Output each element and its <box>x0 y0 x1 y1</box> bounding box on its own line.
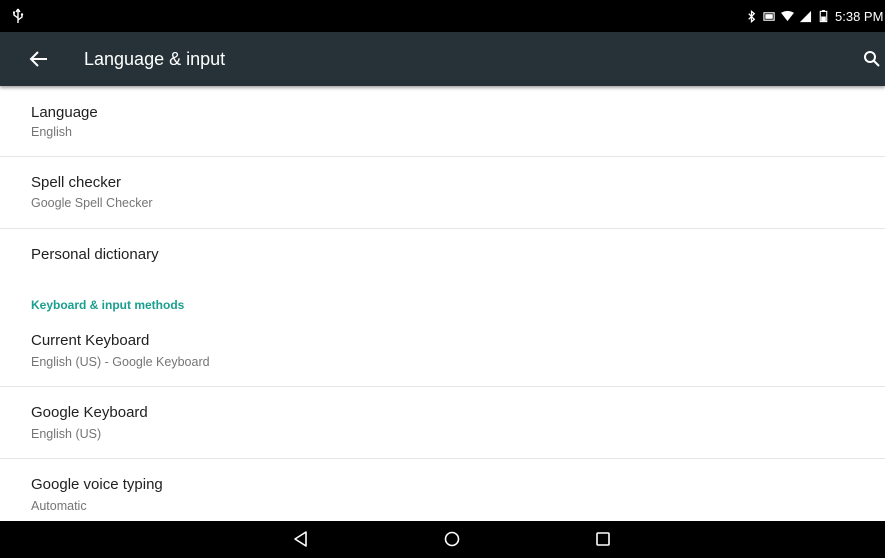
navigation-bar <box>0 521 885 558</box>
language-title: Language <box>31 104 98 121</box>
current-keyboard-title: Current Keyboard <box>31 332 150 349</box>
language-item[interactable]: Language English <box>0 86 885 156</box>
personal-dictionary-item[interactable]: Personal dictionary <box>0 229 885 291</box>
spell-checker-summary: Google Spell Checker <box>31 196 153 210</box>
spell-checker-title: Spell checker <box>31 174 122 191</box>
current-keyboard-summary: English (US) - Google Keyboard <box>31 355 210 369</box>
search-icon[interactable] <box>863 50 881 68</box>
wifi-icon <box>781 10 794 21</box>
usb-icon <box>13 8 24 23</box>
google-keyboard-summary: English (US) <box>31 427 102 441</box>
current-keyboard-item[interactable]: Current Keyboard English (US) - Google K… <box>0 316 885 386</box>
status-icons: 5:38 PM <box>745 0 883 32</box>
battery-charging-icon <box>819 9 828 22</box>
spell-checker-item[interactable]: Spell checker Google Spell Checker <box>0 157 885 228</box>
status-bar: 5:38 PM <box>0 0 885 32</box>
personal-dictionary-title: Personal dictionary <box>31 246 159 263</box>
arrow-back-icon[interactable] <box>28 48 50 70</box>
action-bar: Language & input <box>0 32 885 86</box>
nav-home-icon[interactable] <box>442 529 462 549</box>
google-keyboard-item[interactable]: Google Keyboard English (US) <box>0 387 885 458</box>
battery-icon <box>763 11 775 21</box>
google-voice-typing-item[interactable]: Google voice typing Automatic <box>0 459 885 521</box>
bluetooth-icon <box>748 9 756 23</box>
keyboard-input-methods-header: Keyboard & input methods <box>31 298 185 312</box>
page-title: Language & input <box>84 49 226 69</box>
google-keyboard-title: Google Keyboard <box>31 404 148 421</box>
settings-screen: 5:38 PM Language & input Language Englis… <box>0 0 885 558</box>
signal-icon <box>799 10 812 22</box>
nav-recents-icon[interactable] <box>593 529 613 549</box>
status-time: 5:38 PM <box>835 8 883 24</box>
nav-back-icon[interactable] <box>291 529 311 549</box>
language-summary: English <box>31 125 72 139</box>
google-voice-typing-title: Google voice typing <box>31 476 163 493</box>
google-voice-typing-summary: Automatic <box>31 499 87 513</box>
